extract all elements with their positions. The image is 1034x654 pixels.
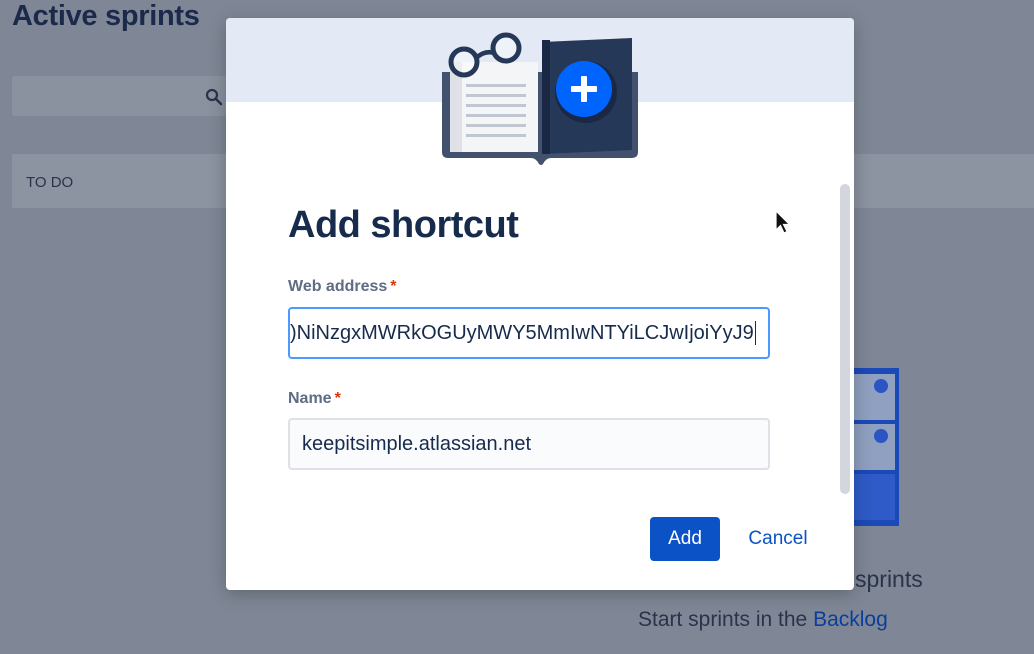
- book-with-glasses-and-plus-icon: [442, 32, 638, 165]
- web-address-value: )NiNzgxMWRkOGUyMWY5MmIwNTYiLCJwIjoiYyJ9: [290, 321, 754, 344]
- name-label-text: Name: [288, 390, 332, 407]
- name-label: Name *: [288, 390, 341, 408]
- mouse-pointer-icon: [775, 210, 791, 234]
- name-input[interactable]: keepitsimple.atlassian.net: [288, 418, 770, 470]
- required-marker: *: [390, 278, 397, 295]
- web-address-label: Web address *: [288, 278, 397, 296]
- cancel-button[interactable]: Cancel: [738, 517, 818, 561]
- web-address-label-text: Web address: [288, 278, 388, 295]
- empty-state-title: sprints: [855, 566, 923, 592]
- empty-state-text: Start sprints in the Backlog: [638, 608, 888, 632]
- backlog-link[interactable]: Backlog: [813, 608, 888, 631]
- text-caret: [754, 321, 756, 345]
- dialog-title: Add shortcut: [288, 204, 519, 246]
- name-value: keepitsimple.atlassian.net: [302, 432, 532, 455]
- required-marker: *: [334, 390, 341, 407]
- search-icon[interactable]: [205, 88, 223, 106]
- add-shortcut-dialog: Add shortcut Web address * )NiNzgxMWRkOGU…: [226, 18, 854, 590]
- add-button[interactable]: Add: [650, 517, 720, 561]
- empty-state-text-prefix: Start sprints in the: [638, 608, 814, 631]
- page-title: Active sprints: [12, 0, 200, 32]
- dialog-scrollbar-thumb[interactable]: [840, 184, 850, 494]
- column-label-todo: TO DO: [26, 174, 74, 191]
- web-address-input[interactable]: )NiNzgxMWRkOGUyMWY5MmIwNTYiLCJwIjoiYyJ9: [288, 307, 770, 359]
